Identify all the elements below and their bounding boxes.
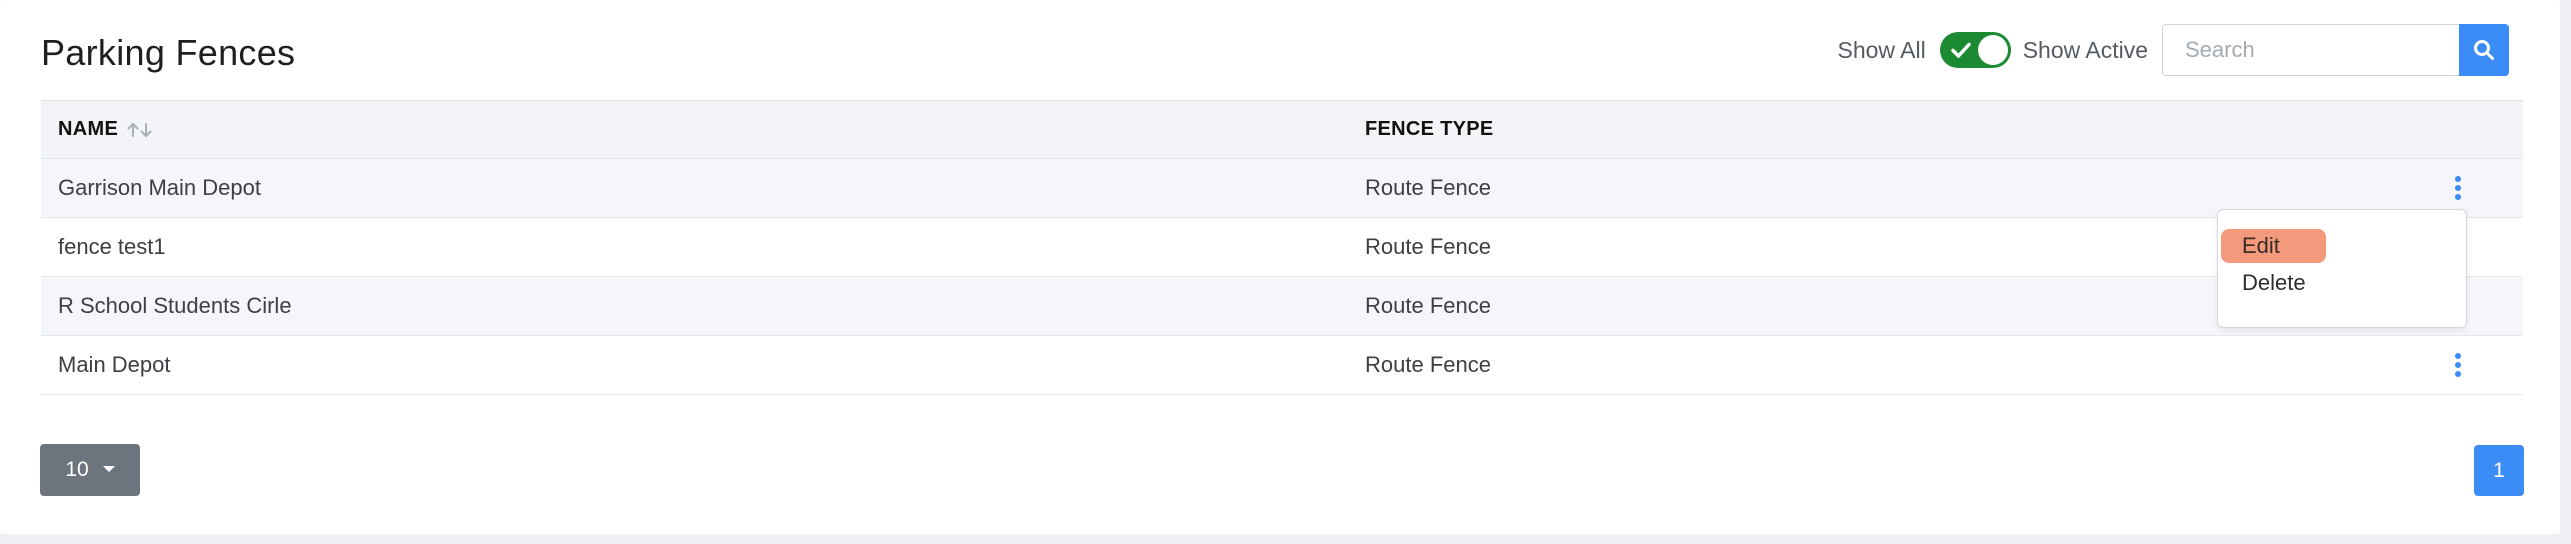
row-actions-menu: Edit Delete bbox=[2217, 209, 2467, 328]
row-name: Garrison Main Depot bbox=[58, 175, 261, 200]
row-name: Main Depot bbox=[58, 352, 171, 377]
table-row: Main Depot Route Fence bbox=[41, 336, 2523, 395]
table-header: NAME FENCE TYPE bbox=[41, 101, 2523, 159]
toolbar: Show All Show Active bbox=[1837, 24, 2509, 76]
page-background-strip bbox=[0, 534, 2571, 544]
search-input[interactable] bbox=[2162, 24, 2459, 76]
fences-table: NAME FENCE TYPE Garrison Main Depot Rout… bbox=[41, 100, 2523, 395]
row-name: fence test1 bbox=[58, 234, 166, 259]
column-header-name[interactable]: NAME bbox=[58, 118, 154, 141]
page-button-current[interactable]: 1 bbox=[2474, 445, 2524, 496]
row-name: R School Students Cirle bbox=[58, 293, 292, 318]
column-header-fence-type: FENCE TYPE bbox=[1365, 118, 1494, 140]
row-fence-type: Route Fence bbox=[1365, 175, 1491, 200]
search-box bbox=[2162, 24, 2509, 76]
row-fence-type: Route Fence bbox=[1365, 352, 1491, 377]
column-header-label: NAME bbox=[58, 118, 119, 140]
page-size-dropdown[interactable]: 10 bbox=[40, 444, 140, 496]
kebab-menu-icon[interactable] bbox=[2450, 174, 2466, 202]
kebab-menu-icon[interactable] bbox=[2450, 351, 2466, 379]
row-fence-type: Route Fence bbox=[1365, 293, 1491, 318]
chevron-down-icon bbox=[102, 466, 115, 472]
table-row: fence test1 Route Fence bbox=[41, 218, 2523, 277]
page-size-value: 10 bbox=[65, 458, 89, 481]
row-fence-type: Route Fence bbox=[1365, 234, 1491, 259]
show-all-label: Show All bbox=[1837, 36, 1926, 63]
menu-item-edit[interactable]: Edit bbox=[2221, 229, 2326, 263]
parking-fences-card: Parking Fences Show All Show Active NAME bbox=[0, 0, 2560, 534]
search-button[interactable] bbox=[2459, 24, 2509, 76]
table-row: R School Students Cirle Route Fence bbox=[41, 277, 2523, 336]
toggle-knob bbox=[1977, 35, 2008, 65]
show-active-toggle[interactable] bbox=[1939, 32, 2011, 68]
page-title: Parking Fences bbox=[41, 32, 296, 73]
sort-arrows-icon[interactable] bbox=[126, 121, 154, 139]
check-icon bbox=[1950, 42, 1971, 58]
table-row: Garrison Main Depot Route Fence bbox=[41, 159, 2523, 218]
search-icon bbox=[2474, 40, 2494, 60]
show-active-label: Show Active bbox=[2022, 36, 2148, 63]
menu-item-delete[interactable]: Delete bbox=[2242, 266, 2306, 300]
